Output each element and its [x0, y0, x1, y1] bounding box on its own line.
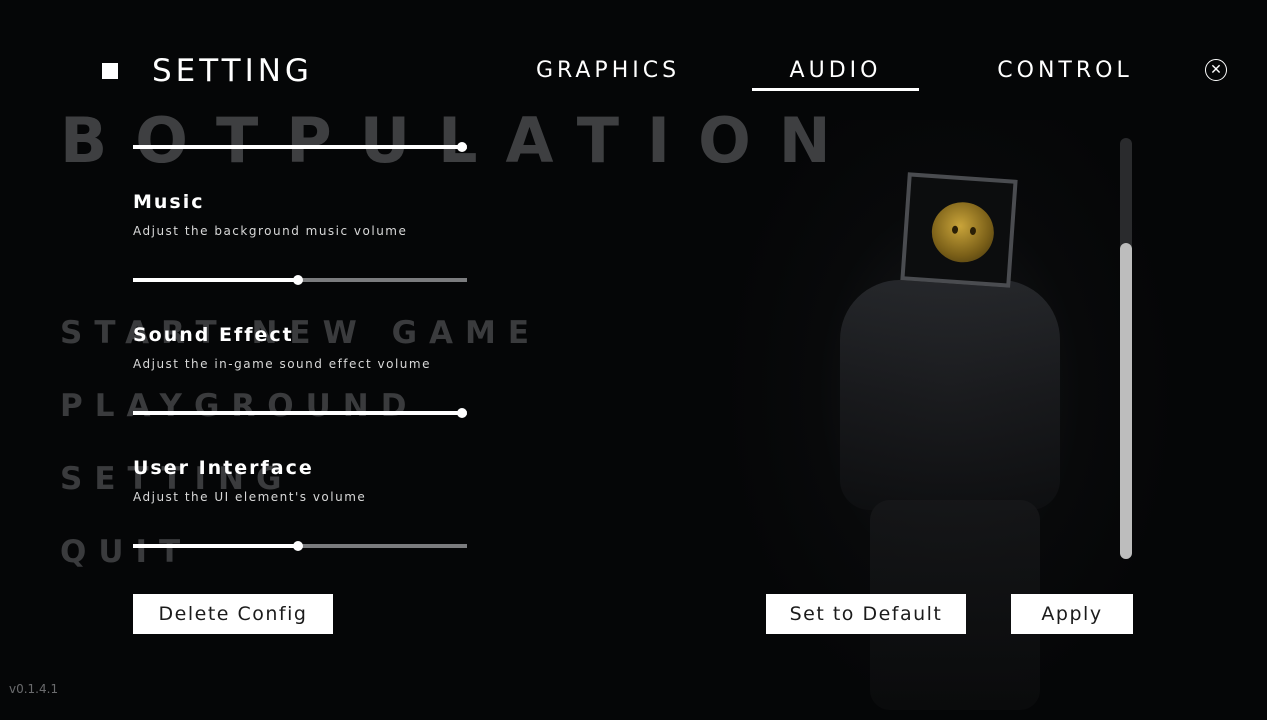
slider-knob[interactable]: [293, 541, 303, 551]
slider-knob[interactable]: [457, 408, 467, 418]
sound-effect-description: Adjust the in-game sound effect volume: [133, 357, 431, 371]
background-menu-quit: QUIT: [60, 534, 193, 570]
slider-knob[interactable]: [293, 275, 303, 285]
user-interface-volume-slider[interactable]: [133, 541, 467, 551]
tab-control[interactable]: CONTROL: [980, 58, 1150, 83]
set-to-default-button[interactable]: Set to Default: [766, 594, 966, 634]
tab-graphics[interactable]: GRAPHICS: [520, 58, 696, 83]
close-icon[interactable]: ✕: [1205, 59, 1227, 81]
slider-fill: [133, 145, 462, 149]
apply-button[interactable]: Apply: [1011, 594, 1133, 634]
user-interface-description: Adjust the UI element's volume: [133, 490, 367, 504]
slider-fill: [133, 278, 298, 282]
robot-torso: [840, 280, 1060, 510]
slider-knob[interactable]: [457, 142, 467, 152]
delete-config-button[interactable]: Delete Config: [133, 594, 333, 634]
page-title: SETTING: [152, 53, 313, 89]
user-interface-label: User Interface: [133, 457, 314, 479]
sound-effect-label: Sound Effect: [133, 324, 294, 346]
background-game-title: BOTPULATION: [60, 104, 859, 177]
square-icon: [102, 63, 118, 79]
slider-fill: [133, 411, 462, 415]
master-volume-slider[interactable]: [133, 142, 467, 152]
tab-audio[interactable]: AUDIO: [752, 58, 919, 83]
scrollbar[interactable]: [1120, 138, 1132, 559]
music-volume-slider[interactable]: [133, 275, 467, 285]
sound-effect-volume-slider[interactable]: [133, 408, 467, 418]
music-label: Music: [133, 191, 205, 213]
robot-face: [929, 200, 996, 265]
slider-fill: [133, 544, 298, 548]
background-menu-playground: PLAYGROUND: [60, 388, 419, 424]
robot-monitor-head: [900, 172, 1018, 288]
version-label: v0.1.4.1: [9, 682, 59, 696]
music-description: Adjust the background music volume: [133, 224, 408, 238]
active-tab-underline: [752, 88, 919, 91]
scrollbar-thumb[interactable]: [1120, 243, 1132, 559]
